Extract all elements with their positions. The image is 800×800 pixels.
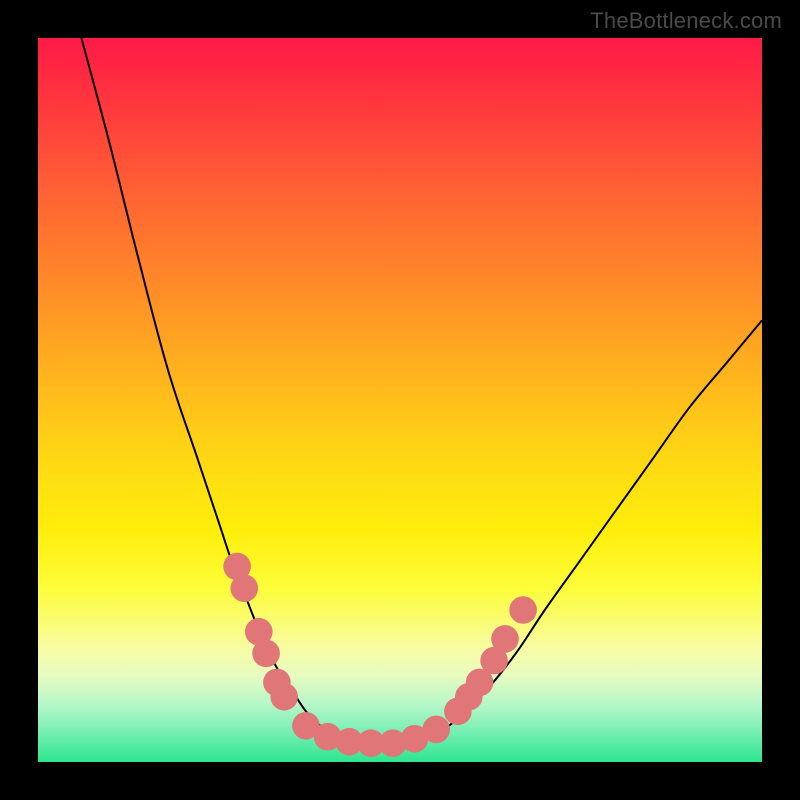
watermark-text: TheBottleneck.com <box>590 8 782 34</box>
scatter-dot <box>491 625 519 653</box>
scatter-dot <box>231 574 259 602</box>
bottleneck-curve <box>81 38 762 744</box>
plot-area <box>38 38 762 762</box>
chart-svg <box>38 38 762 762</box>
scatter-dot <box>270 683 298 711</box>
scatter-dot <box>422 716 450 744</box>
scatter-dot <box>252 640 280 668</box>
scatter-points <box>223 553 537 757</box>
outer-frame: TheBottleneck.com <box>0 0 800 800</box>
scatter-dot <box>509 596 537 624</box>
